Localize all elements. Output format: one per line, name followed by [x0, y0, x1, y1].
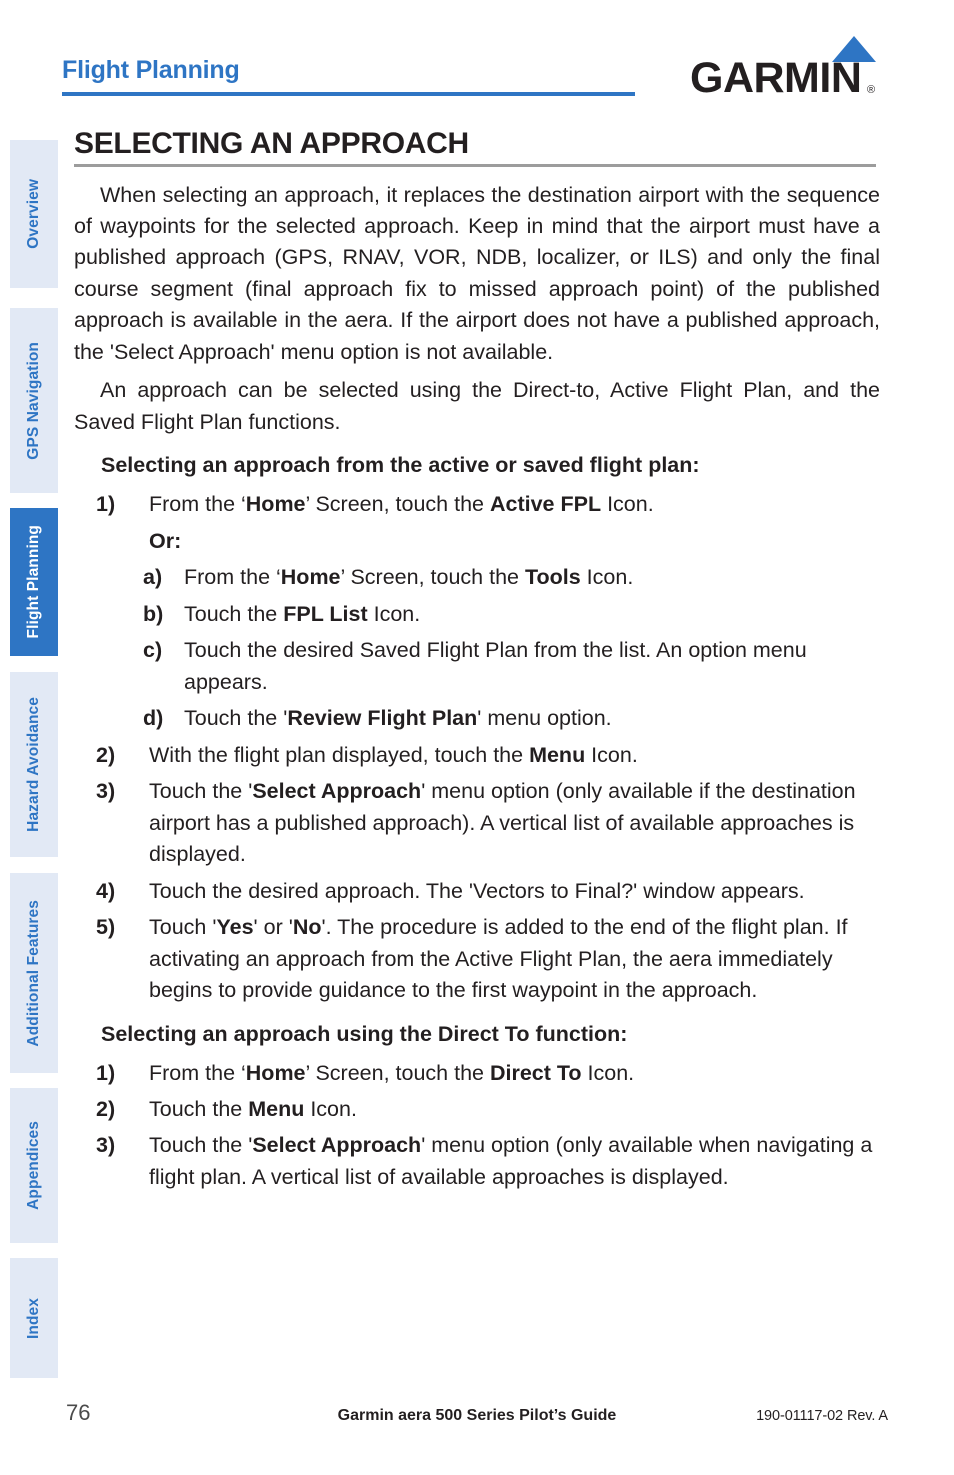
main-content: SELECTING AN APPROACH When selecting an … — [74, 128, 880, 1198]
page-title: SELECTING AN APPROACH — [74, 127, 469, 160]
procedure-list: 1) From the ‘Home’ Screen, touch the Acti… — [74, 489, 880, 1006]
procedure-step-marker: 3) — [96, 1133, 116, 1158]
procedure-step-text: Touch the 'Select Approach' menu option … — [149, 1133, 873, 1189]
procedure-step-text: Touch the Menu Icon. — [149, 1097, 357, 1121]
footer-part-number: 190-01117-02 Rev. A — [756, 1408, 888, 1424]
sidebar-tab-label: Appendices — [25, 1121, 43, 1210]
sidebar-tab-hazard-avoidance[interactable]: Hazard Avoidance — [10, 672, 58, 857]
sidebar-tab-gps-navigation[interactable]: GPS Navigation — [10, 308, 58, 493]
procedure-step: b) Touch the FPL List Icon. — [74, 599, 880, 630]
procedure-step: 2) Touch the Menu Icon. — [74, 1094, 880, 1125]
procedure-step: 1) From the ‘Home’ Screen, touch the Dire… — [74, 1058, 880, 1089]
procedure-step-marker: 5) — [96, 915, 116, 940]
procedure-step-text: Touch the desired Saved Flight Plan from… — [184, 638, 807, 694]
procedure-step-text: Touch the desired approach. The 'Vectors… — [149, 878, 805, 903]
procedure-step-marker: 2) — [96, 742, 116, 767]
registered-trademark-icon: ® — [867, 84, 876, 96]
procedure-or-divider: Or: — [149, 528, 182, 553]
sidebar-tab-label: Hazard Avoidance — [25, 697, 43, 832]
procedure-heading: Selecting an approach from the active or… — [101, 453, 700, 478]
procedure-step-text: Touch the 'Select Approach' menu option … — [149, 779, 856, 867]
chapter-title: Flight Planning — [62, 56, 240, 84]
procedure-step-marker: 4) — [96, 878, 116, 903]
body-paragraph: An approach can be selected using the Di… — [74, 378, 880, 434]
procedure-step: 1) From the ‘Home’ Screen, touch the Acti… — [74, 489, 880, 520]
sidebar-tab-appendices[interactable]: Appendices — [10, 1088, 58, 1243]
body-paragraph: When selecting an approach, it replaces … — [74, 182, 880, 364]
procedure-step: 3) Touch the 'Select Approach' menu optio… — [74, 776, 880, 870]
header-rule — [62, 92, 635, 96]
sidebar-tab-flight-planning[interactable]: Flight Planning — [10, 508, 58, 656]
sidebar-tab-label: Overview — [25, 179, 43, 249]
garmin-logo: GARMIN ® — [690, 36, 885, 102]
procedure-step-text: From the ‘Home’ Screen, touch the Active… — [149, 492, 654, 517]
procedure-step-marker: b) — [143, 601, 164, 626]
sidebar-tab-rail: Overview GPS Navigation Flight Planning Haz… — [10, 140, 58, 1378]
sidebar-tab-label: Flight Planning — [25, 525, 43, 639]
garmin-wordmark: GARMIN — [690, 54, 862, 102]
procedure-step-text: Touch 'Yes' or 'No'. The procedure is ad… — [149, 915, 848, 1003]
procedure-step: c) Touch the desired Saved Flight Plan fr… — [74, 635, 880, 698]
sidebar-tab-label: GPS Navigation — [25, 341, 43, 460]
sidebar-tab-overview[interactable]: Overview — [10, 140, 58, 288]
procedure-step-text: From the ‘Home’ Screen, touch the Direct… — [149, 1060, 635, 1085]
page-header: Flight Planning GARMIN ® — [0, 0, 954, 118]
sidebar-tab-additional-features[interactable]: Additional Features — [10, 873, 58, 1073]
procedure-step-marker: c) — [143, 638, 163, 663]
procedure-step: 5) Touch 'Yes' or 'No'. The procedure is … — [74, 912, 880, 1006]
procedure-sections: Selecting an approach from the active or… — [74, 452, 880, 1193]
sidebar-tab-label: Index — [25, 1297, 43, 1339]
procedure-step: d) Touch the 'Review Flight Plan' menu op… — [74, 703, 880, 734]
procedure-step-text: From the ‘Home’ Screen, touch the Tools … — [184, 565, 634, 590]
procedure-step-marker: a) — [143, 565, 163, 590]
procedure-step-marker: 1) — [96, 492, 116, 517]
intro-paragraphs: When selecting an approach, it replaces … — [74, 180, 880, 439]
procedure-step-marker: d) — [143, 706, 164, 731]
procedure-heading: Selecting an approach using the Direct T… — [101, 1021, 628, 1046]
procedure-step: 3) Touch the 'Select Approach' menu optio… — [74, 1130, 880, 1193]
procedure-step-marker: 1) — [96, 1060, 116, 1085]
sidebar-tab-index[interactable]: Index — [10, 1258, 58, 1378]
section-rule — [74, 163, 876, 167]
procedure-step: a) From the ‘Home’ Screen, touch the Tool… — [74, 562, 880, 593]
procedure-step: 4) Touch the desired approach. The 'Vecto… — [74, 876, 880, 907]
procedure-step-text: With the flight plan displayed, touch th… — [149, 742, 638, 767]
procedure-step: 2) With the flight plan displayed, touch … — [74, 740, 880, 771]
procedure-list: 1) From the ‘Home’ Screen, touch the Dire… — [74, 1058, 880, 1194]
sidebar-tab-label: Additional Features — [25, 899, 43, 1047]
page-footer: 76 Garmin aera 500 Series Pilot’s Guide … — [0, 1398, 954, 1438]
procedure-step-marker: 3) — [96, 779, 116, 804]
procedure-step-marker: 2) — [96, 1097, 116, 1121]
procedure-step-text: Touch the FPL List Icon. — [184, 601, 421, 626]
procedure-step-text: Touch the 'Review Flight Plan' menu opti… — [184, 706, 612, 731]
